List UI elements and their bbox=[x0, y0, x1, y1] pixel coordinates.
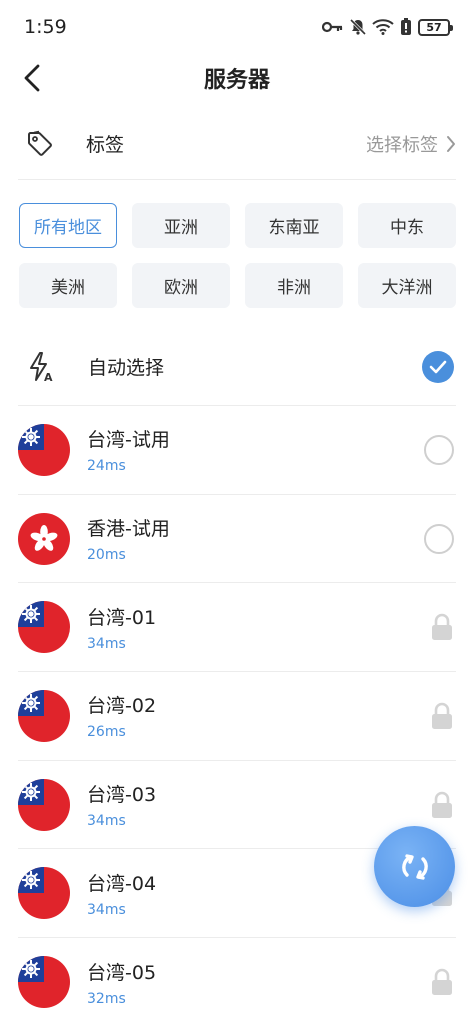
page-title: 服务器 bbox=[203, 68, 270, 93]
radio-button[interactable] bbox=[424, 523, 454, 554]
hongkong-flag-icon bbox=[18, 512, 70, 565]
chevron-right-icon bbox=[447, 135, 455, 152]
region-chip-all[interactable]: 所有地区 bbox=[19, 203, 117, 248]
region-chip-middle-east[interactable]: 中东 bbox=[358, 203, 456, 248]
tag-icon bbox=[26, 124, 66, 164]
server-row[interactable]: 台湾-01 34ms bbox=[18, 583, 456, 673]
auto-lightning-icon: A bbox=[28, 351, 68, 382]
server-name: 台湾-04 bbox=[87, 872, 157, 895]
region-chip-southeast-asia[interactable]: 东南亚 bbox=[245, 203, 343, 248]
radio-button[interactable] bbox=[424, 434, 454, 465]
server-name: 台湾-02 bbox=[87, 695, 157, 718]
tag-label: 标签 bbox=[86, 134, 125, 156]
server-row[interactable]: 台湾-02 26ms bbox=[18, 672, 456, 761]
region-chip-europe[interactable]: 欧洲 bbox=[132, 263, 230, 308]
status-icons: 57 bbox=[322, 18, 453, 36]
server-ping: 20ms bbox=[87, 547, 126, 564]
server-name: 台湾-01 bbox=[87, 606, 157, 629]
server-ping: 24ms bbox=[87, 458, 126, 475]
server-row[interactable]: 香港-试用 20ms bbox=[18, 495, 456, 584]
taiwan-flag-icon bbox=[18, 956, 70, 1009]
lock-icon bbox=[432, 969, 452, 996]
battery-saver-icon bbox=[401, 18, 411, 35]
auto-select-label: 自动选择 bbox=[88, 357, 165, 379]
server-ping: 34ms bbox=[87, 635, 126, 652]
bell-muted-icon bbox=[350, 19, 366, 35]
taiwan-flag-icon bbox=[18, 689, 70, 742]
check-icon[interactable] bbox=[422, 350, 454, 383]
tag-select[interactable]: 选择标签 bbox=[366, 131, 456, 157]
lock-icon bbox=[432, 791, 452, 818]
svg-text:A: A bbox=[44, 371, 53, 382]
region-chip-africa[interactable]: 非洲 bbox=[245, 263, 343, 308]
lock-icon bbox=[432, 702, 452, 729]
taiwan-flag-icon bbox=[18, 778, 70, 831]
server-ping: 34ms bbox=[87, 901, 126, 918]
header: 服务器 bbox=[0, 54, 474, 102]
lock-icon bbox=[432, 613, 452, 641]
taiwan-flag-icon bbox=[18, 423, 70, 476]
taiwan-flag-icon bbox=[18, 601, 70, 654]
battery-icon: 57 bbox=[418, 18, 453, 36]
server-row[interactable]: 台湾-05 32ms bbox=[18, 938, 456, 1024]
region-chip-americas[interactable]: 美洲 bbox=[19, 263, 117, 308]
status-bar: 1:59 57 bbox=[0, 0, 474, 54]
server-list: 台湾-试用 24ms 香港-试用 20ms 台湾-01 34ms 台湾-02 2… bbox=[18, 406, 456, 1024]
server-name: 台湾-试用 bbox=[87, 429, 170, 452]
server-ping: 34ms bbox=[87, 813, 126, 830]
auto-select-row[interactable]: A 自动选择 bbox=[18, 328, 456, 406]
server-name: 台湾-03 bbox=[87, 784, 157, 807]
server-ping: 26ms bbox=[87, 724, 126, 741]
status-time: 1:59 bbox=[24, 16, 67, 38]
region-chip-asia[interactable]: 亚洲 bbox=[132, 203, 230, 248]
region-filter: 所有地区 亚洲 东南亚 中东 美洲 欧洲 非洲 大洋洲 bbox=[19, 203, 456, 308]
region-chip-oceania[interactable]: 大洋洲 bbox=[358, 263, 456, 308]
server-ping: 32ms bbox=[87, 990, 126, 1007]
tag-filter-row[interactable]: 标签 选择标签 bbox=[18, 108, 456, 180]
server-row[interactable]: 台湾-试用 24ms bbox=[18, 406, 456, 495]
refresh-button[interactable] bbox=[374, 826, 455, 907]
tag-value: 选择标签 bbox=[366, 134, 438, 156]
server-name: 台湾-05 bbox=[87, 961, 157, 984]
refresh-icon bbox=[401, 853, 428, 880]
wifi-icon bbox=[372, 19, 394, 35]
key-icon bbox=[322, 21, 343, 33]
taiwan-flag-icon bbox=[18, 867, 70, 920]
server-name: 香港-试用 bbox=[87, 518, 170, 541]
